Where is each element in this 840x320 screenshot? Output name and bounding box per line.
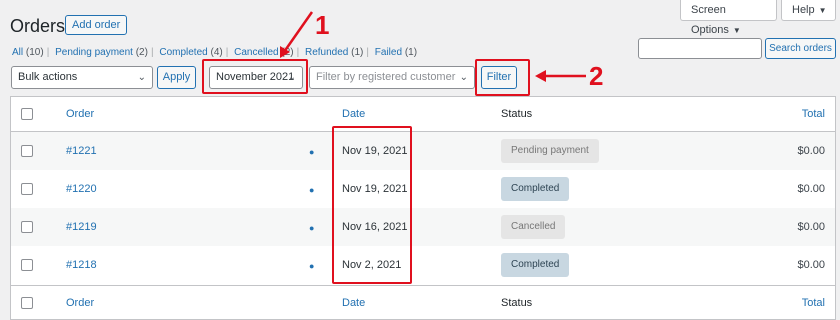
arrow-1-head (280, 46, 290, 58)
annotation-arrows (280, 11, 586, 82)
arrow-2-head (535, 70, 546, 82)
arrow-1-line (282, 11, 314, 53)
